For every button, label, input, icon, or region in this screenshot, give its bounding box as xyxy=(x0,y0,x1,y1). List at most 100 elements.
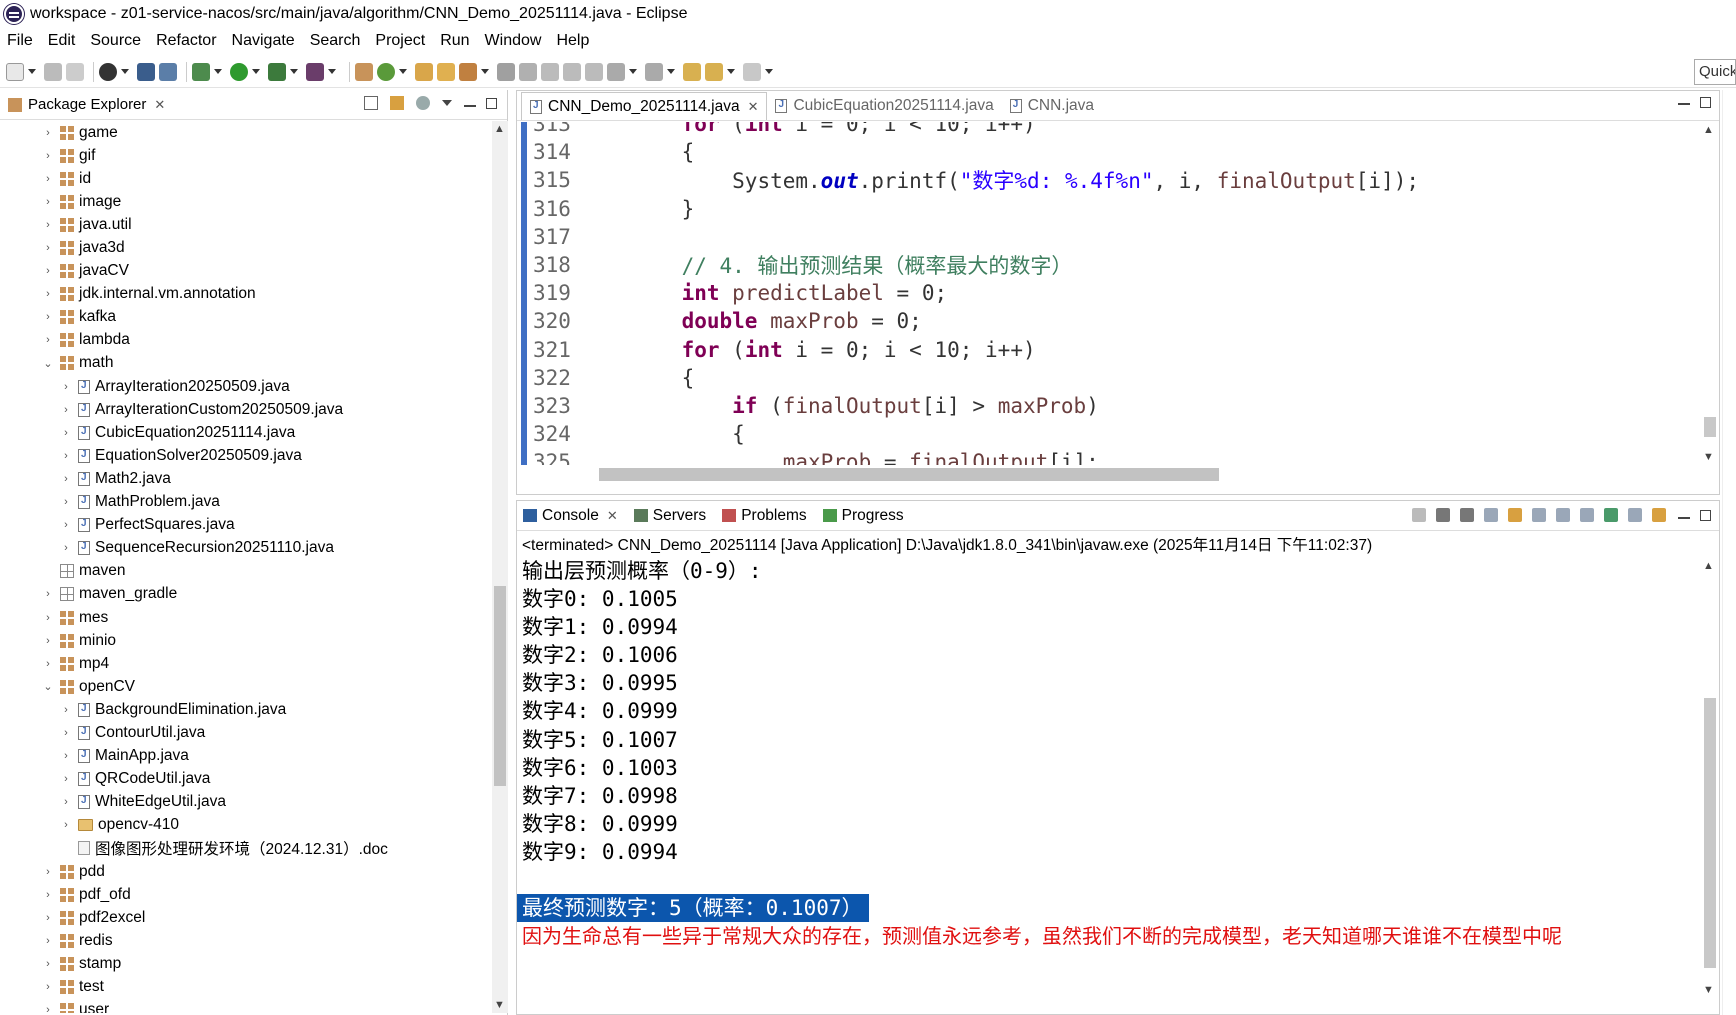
tree-item[interactable]: › redis xyxy=(0,929,490,952)
tree-item[interactable]: › lambda xyxy=(0,329,490,352)
chevron-right-icon[interactable]: › xyxy=(60,381,72,393)
chevron-down-icon[interactable]: ⌄ xyxy=(42,680,54,693)
tab-console[interactable]: Console ✕ xyxy=(523,507,618,525)
tree-item[interactable]: › EquationSolver20250509.java xyxy=(0,444,490,467)
tree-item[interactable]: › ArrayIteration20250509.java xyxy=(0,375,490,398)
chevron-right-icon[interactable]: › xyxy=(60,727,72,739)
editor-maximize-icon[interactable] xyxy=(1700,97,1711,108)
console-maximize-icon[interactable] xyxy=(1700,509,1711,521)
editor-vertical-scrollbar[interactable]: ▲ ▼ xyxy=(1701,122,1719,465)
chevron-right-icon[interactable]: › xyxy=(60,427,72,439)
menu-help[interactable]: Help xyxy=(556,32,589,50)
debug-icon[interactable] xyxy=(192,62,210,81)
word-wrap-icon[interactable] xyxy=(1532,508,1546,522)
chevron-right-icon[interactable]: › xyxy=(42,981,54,993)
show-on-error-icon[interactable] xyxy=(1580,508,1594,522)
chevron-right-icon[interactable]: › xyxy=(42,311,54,323)
menu-refactor[interactable]: Refactor xyxy=(156,32,216,50)
package-explorer-tab[interactable]: Package Explorer ✕ xyxy=(8,96,165,113)
tab-progress[interactable]: Progress xyxy=(822,507,904,525)
tree-item[interactable]: › test xyxy=(0,975,490,998)
save-icon[interactable] xyxy=(44,62,62,81)
coverage-icon[interactable] xyxy=(268,62,286,81)
tree-item[interactable]: › mes xyxy=(0,606,490,629)
menu-file[interactable]: File xyxy=(7,32,33,50)
close-icon[interactable]: ✕ xyxy=(748,99,759,115)
chevron-right-icon[interactable]: › xyxy=(42,912,54,924)
code-line[interactable]: 315 System.out.printf("数字%d: %.4f%n", i,… xyxy=(517,166,1419,194)
new-dropdown-icon[interactable] xyxy=(28,69,36,74)
toggle-mark-occurrences-icon[interactable] xyxy=(497,62,515,81)
chevron-right-icon[interactable]: › xyxy=(42,1004,54,1013)
tree-item[interactable]: › pdf_ofd xyxy=(0,883,490,906)
chevron-right-icon[interactable]: › xyxy=(60,450,72,462)
run-configurations-dropdown-icon[interactable] xyxy=(121,69,129,74)
code-line[interactable]: 324 { xyxy=(517,420,1419,448)
code-line[interactable]: 318 // 4. 输出预测结果（概率最大的数字） xyxy=(517,251,1419,279)
tree-item[interactable]: › game xyxy=(0,121,490,144)
chevron-right-icon[interactable]: › xyxy=(42,242,54,254)
tree-item[interactable]: › Math2.java xyxy=(0,467,490,490)
tree-item[interactable]: › gif xyxy=(0,144,490,167)
close-icon[interactable]: ✕ xyxy=(154,97,165,113)
coverage-dropdown-icon[interactable] xyxy=(290,69,298,74)
menu-search[interactable]: Search xyxy=(310,32,361,50)
code-line[interactable]: 320 double maxProb = 0; xyxy=(517,307,1419,335)
editor-tab[interactable]: CNN.java xyxy=(1002,92,1102,120)
tree-item[interactable]: › mp4 xyxy=(0,652,490,675)
tree-item[interactable]: › PerfectSquares.java xyxy=(0,514,490,537)
code-area[interactable]: 313 for (int i = 0; i < 10; i++) 314 {315… xyxy=(517,122,1703,465)
search-icon[interactable] xyxy=(459,62,477,81)
package-tree-scrollbar[interactable]: ▲ ▼ xyxy=(492,121,508,1013)
tree-item[interactable]: › id xyxy=(0,167,490,190)
selected-result-line[interactable]: 最终预测数字：5（概率：0.1007） xyxy=(517,894,869,923)
scroll-up-icon[interactable]: ▲ xyxy=(1703,124,1714,136)
show-on-output-icon[interactable] xyxy=(1556,508,1570,522)
skip-breakpoints-icon[interactable] xyxy=(159,62,177,81)
tab-servers[interactable]: Servers xyxy=(633,507,706,525)
menu-edit[interactable]: Edit xyxy=(48,32,76,50)
chevron-right-icon[interactable]: › xyxy=(42,173,54,185)
run-dropdown-icon[interactable] xyxy=(252,69,260,74)
chevron-right-icon[interactable]: › xyxy=(60,773,72,785)
code-line[interactable]: 321 for (int i = 0; i < 10; i++) xyxy=(517,336,1419,364)
show-whitespace-icon[interactable] xyxy=(585,62,603,81)
forward-icon[interactable] xyxy=(743,62,761,81)
tree-item[interactable]: › user xyxy=(0,999,490,1013)
chevron-right-icon[interactable]: › xyxy=(60,519,72,531)
scrollbar-thumb[interactable] xyxy=(494,586,506,786)
run-configurations-icon[interactable] xyxy=(99,62,117,81)
terminal-icon[interactable] xyxy=(137,62,155,81)
scroll-down-icon[interactable]: ▼ xyxy=(1703,451,1714,463)
tree-item[interactable]: maven xyxy=(0,560,490,583)
scroll-up-icon[interactable]: ▲ xyxy=(1703,560,1714,572)
editor-tab[interactable]: CNN_Demo_20251114.java ✕ xyxy=(521,92,768,120)
last-edit-location-icon[interactable] xyxy=(683,62,701,81)
chevron-right-icon[interactable]: › xyxy=(60,473,72,485)
code-line[interactable]: 323 if (finalOutput[i] > maxProb) xyxy=(517,392,1419,420)
chevron-right-icon[interactable]: › xyxy=(42,866,54,878)
tree-item[interactable]: › SequenceRecursion20251110.java xyxy=(0,537,490,560)
maximize-icon[interactable] xyxy=(486,97,497,109)
chevron-right-icon[interactable]: › xyxy=(60,404,72,416)
tree-item[interactable]: › QRCodeUtil.java xyxy=(0,768,490,791)
run-icon[interactable] xyxy=(230,62,248,81)
chevron-down-icon[interactable]: ⌄ xyxy=(42,357,54,370)
tree-item[interactable]: › javaCV xyxy=(0,260,490,283)
chevron-right-icon[interactable]: › xyxy=(42,219,54,231)
scrollbar-thumb[interactable] xyxy=(1704,698,1716,968)
tree-item[interactable]: › MathProblem.java xyxy=(0,491,490,514)
tree-item[interactable]: › minio xyxy=(0,629,490,652)
chevron-right-icon[interactable]: › xyxy=(42,889,54,901)
external-tools-icon[interactable] xyxy=(306,62,324,81)
view-menu-icon[interactable] xyxy=(442,100,452,106)
menu-project[interactable]: Project xyxy=(375,32,425,50)
tree-item[interactable]: › kafka xyxy=(0,306,490,329)
new-java-class-dropdown-icon[interactable] xyxy=(399,69,407,74)
menu-window[interactable]: Window xyxy=(485,32,542,50)
remove-launch-icon[interactable] xyxy=(1436,508,1450,522)
open-type-icon[interactable] xyxy=(415,62,433,81)
chevron-right-icon[interactable]: › xyxy=(42,958,54,970)
tree-item[interactable]: ⌄ math xyxy=(0,352,490,375)
tree-item[interactable]: › CubicEquation20251114.java xyxy=(0,421,490,444)
